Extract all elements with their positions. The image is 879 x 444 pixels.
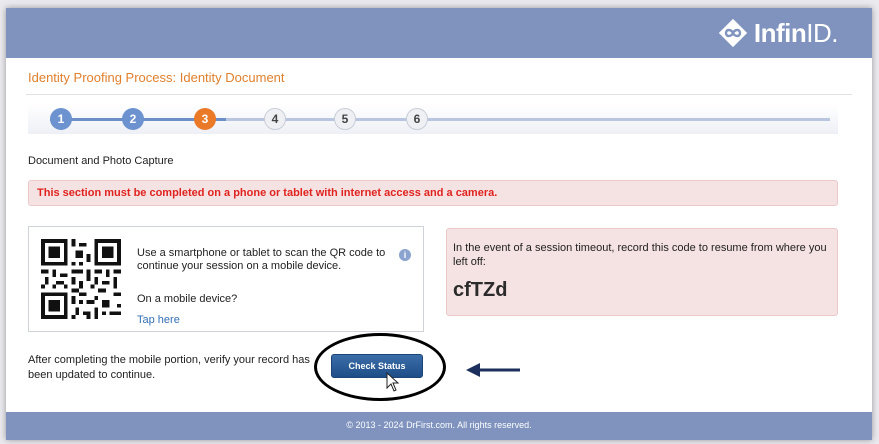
mouse-cursor-icon xyxy=(386,372,400,392)
infinity-diamond-icon xyxy=(718,18,748,48)
step-2: 2 xyxy=(122,108,144,130)
check-status-button[interactable]: Check Status xyxy=(331,354,423,378)
tap-here-link[interactable]: Tap here xyxy=(137,314,180,326)
verify-instructions: After completing the mobile portion, ver… xyxy=(28,354,310,381)
step-6: 6 xyxy=(406,108,428,130)
step-4: 4 xyxy=(264,108,286,130)
left-arrow-icon xyxy=(466,363,520,377)
step-3: 3 xyxy=(194,108,216,130)
logo-text: InfinID. xyxy=(753,17,839,48)
title-divider xyxy=(26,94,852,95)
infinid-logo: InfinID. xyxy=(718,18,838,48)
page-title: Identity Proofing Process: Identity Docu… xyxy=(28,70,285,85)
section-label: Document and Photo Capture xyxy=(28,155,174,167)
info-icon[interactable]: i xyxy=(399,249,411,261)
requirement-alert: This section must be completed on a phon… xyxy=(28,180,838,206)
main-card: InfinID. Identity Proofing Process: Iden… xyxy=(6,8,872,440)
footer-copyright: © 2013 - 2024 DrFirst.com. All rights re… xyxy=(346,420,532,430)
step-5: 5 xyxy=(334,108,356,130)
qr-instructions: Use a smartphone or tablet to scan the Q… xyxy=(137,247,386,272)
progress-stepper: 1 2 3 4 5 6 xyxy=(28,104,838,134)
session-code: cfTZd xyxy=(453,279,508,301)
footer-bar: © 2013 - 2024 DrFirst.com. All rights re… xyxy=(6,412,872,440)
mobile-device-question: On a mobile device? xyxy=(137,293,238,305)
step-1: 1 xyxy=(50,108,72,130)
alert-text: This section must be completed on a phon… xyxy=(37,187,498,199)
qr-code xyxy=(41,239,121,319)
qr-panel: Use a smartphone or tablet to scan the Q… xyxy=(28,226,424,332)
session-code-panel: In the event of a session timeout, recor… xyxy=(446,228,838,316)
header-bar: InfinID. xyxy=(6,8,872,58)
session-code-description: In the event of a session timeout, recor… xyxy=(453,242,827,268)
